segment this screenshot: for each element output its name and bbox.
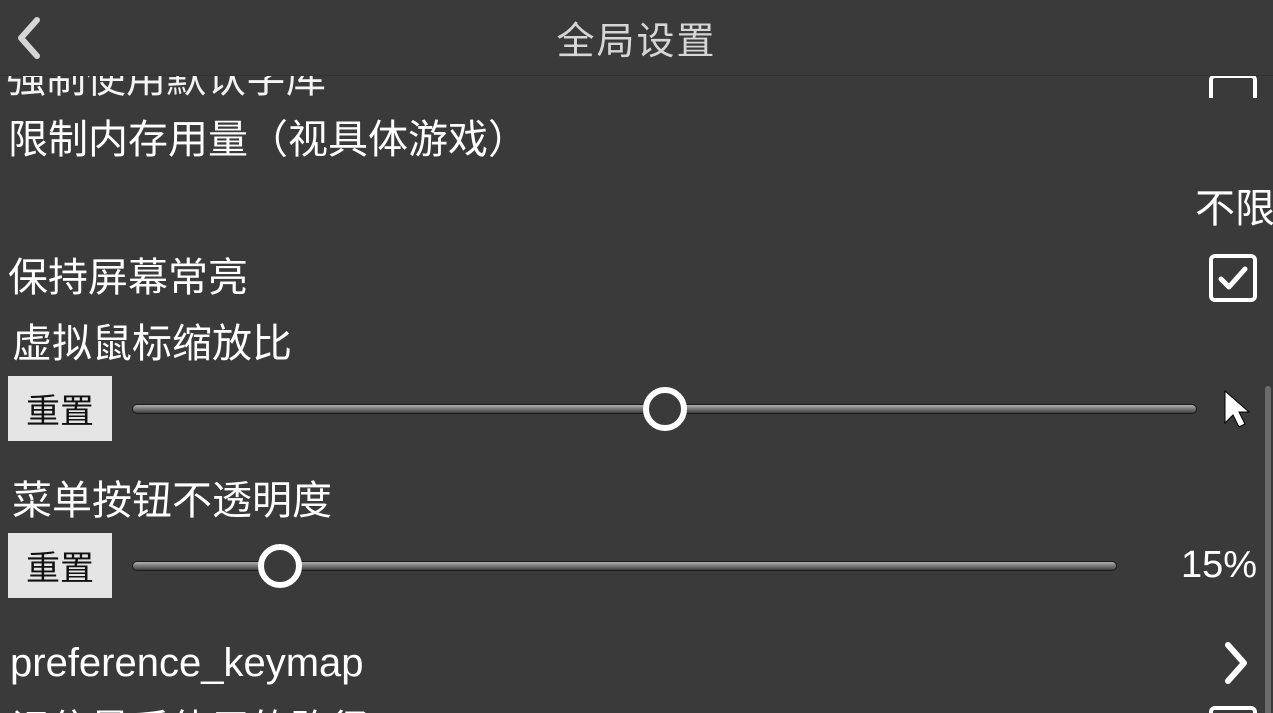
setting-row-remember-last-path[interactable]: 记住最后使用的路径	[0, 706, 1273, 713]
memory-limit-value: 不限	[1195, 176, 1273, 234]
check-icon	[1216, 261, 1250, 295]
header-bar: 全局设置	[0, 0, 1273, 76]
setting-label-keep-screen-on: 保持屏幕常亮	[2, 254, 248, 302]
slider-mouse-scale[interactable]	[132, 387, 1197, 431]
checkbox-keep-screen-on[interactable]	[1209, 254, 1257, 302]
slider-menu-opacity[interactable]	[132, 544, 1117, 588]
slider-thumb[interactable]	[643, 387, 687, 431]
setting-label-memory-limit: 限制内存用量（视具体游戏）	[2, 116, 1273, 164]
setting-row-mouse-scale: 虚拟鼠标缩放比 重置	[0, 320, 1273, 441]
settings-list[interactable]: 强制使用默认字库 限制内存用量（视具体游戏） 不限 保持屏幕常亮 虚拟鼠标缩放比…	[0, 76, 1273, 713]
setting-row-keep-screen-on[interactable]: 保持屏幕常亮	[0, 254, 1273, 302]
cursor-icon	[1221, 389, 1253, 429]
setting-label-menu-opacity: 菜单按钮不透明度	[0, 477, 1273, 525]
checkbox-force-default-font[interactable]	[1209, 76, 1257, 98]
back-button[interactable]	[8, 13, 48, 63]
reset-button-menu-opacity[interactable]: 重置	[8, 533, 112, 598]
setting-row-menu-opacity: 菜单按钮不透明度 重置 15%	[0, 477, 1273, 598]
page-title: 全局设置	[556, 10, 716, 65]
checkbox-remember-last-path[interactable]	[1209, 706, 1257, 713]
scrollbar-indicator[interactable]	[1265, 386, 1271, 713]
chevron-left-icon	[15, 16, 41, 60]
setting-row-memory-limit[interactable]: 限制内存用量（视具体游戏）	[0, 116, 1273, 164]
keymap-enter-button[interactable]	[1217, 638, 1257, 688]
mouse-scale-controls: 重置	[0, 376, 1273, 441]
chevron-right-icon	[1224, 641, 1250, 685]
setting-label-keymap: preference_keymap	[4, 639, 364, 687]
menu-opacity-value: 15%	[1167, 544, 1257, 587]
reset-button-mouse-scale[interactable]: 重置	[8, 376, 112, 441]
slider-thumb[interactable]	[258, 544, 302, 588]
cursor-preview-icon	[1217, 389, 1257, 429]
memory-limit-value-row: 不限	[0, 176, 1273, 234]
setting-label-mouse-scale: 虚拟鼠标缩放比	[0, 320, 1273, 368]
menu-opacity-controls: 重置 15%	[0, 533, 1273, 598]
setting-label-remember-last-path: 记住最后使用的路径	[4, 706, 370, 713]
setting-row-keymap[interactable]: preference_keymap	[0, 638, 1273, 688]
setting-row-force-default-font[interactable]: 强制使用默认字库	[0, 76, 1273, 98]
setting-label: 强制使用默认字库	[6, 76, 326, 98]
